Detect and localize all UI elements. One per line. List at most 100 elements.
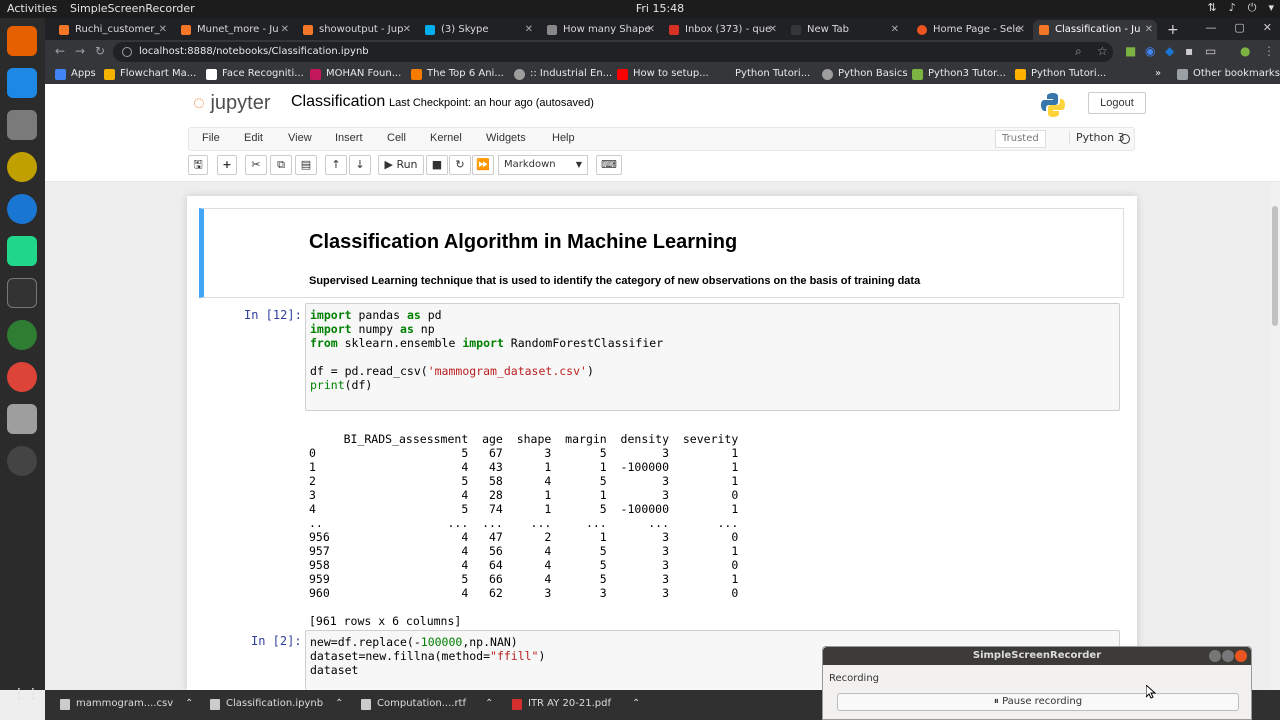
minimize-icon[interactable]: —: [1205, 21, 1216, 34]
terminal-icon[interactable]: [7, 278, 37, 308]
extension-icon[interactable]: ▪: [1185, 44, 1193, 58]
save-icon[interactable]: 🖫: [188, 155, 208, 175]
bookmark-star-icon[interactable]: ☆: [1097, 44, 1108, 58]
code-cell-input[interactable]: import pandas as pd import numpy as np f…: [305, 303, 1120, 411]
menu-help[interactable]: Help: [552, 132, 575, 144]
paste-icon[interactable]: ▤: [295, 155, 317, 175]
clock[interactable]: Fri 15:48: [620, 2, 700, 15]
menu-view[interactable]: View: [288, 132, 312, 144]
new-tab-button[interactable]: +: [1161, 20, 1185, 40]
pause-recording-button[interactable]: ⏸ Pause recording: [837, 693, 1239, 711]
maximize-icon[interactable]: ▢: [1234, 21, 1244, 34]
close-icon[interactable]: [1235, 650, 1247, 662]
bookmark-item[interactable]: Python Basics: [822, 68, 908, 80]
jupyter-logo[interactable]: ◌ jupyter: [193, 92, 270, 115]
other-bookmarks[interactable]: Other bookmarks: [1177, 68, 1280, 80]
close-icon[interactable]: ✕: [1263, 21, 1272, 34]
close-icon[interactable]: ✕: [281, 20, 289, 40]
close-icon[interactable]: ✕: [769, 20, 777, 40]
task-item[interactable]: Classification.ipynb: [210, 698, 323, 710]
pycharm-icon[interactable]: [7, 236, 37, 266]
close-icon[interactable]: ✕: [159, 20, 167, 40]
menu-file[interactable]: File: [202, 132, 220, 144]
chevron-up-icon[interactable]: ⌃: [485, 698, 493, 709]
bookmarks-overflow-icon[interactable]: »: [1155, 68, 1161, 79]
address-bar[interactable]: localhost:8888/notebooks/Classification.…: [113, 42, 1113, 62]
logout-button[interactable]: Logout: [1088, 92, 1146, 114]
browser-tab[interactable]: Ruchi_customer_ ✕: [53, 20, 171, 40]
maximize-icon[interactable]: [1222, 650, 1234, 662]
restart-icon[interactable]: ↻: [449, 155, 471, 175]
bookmark-item[interactable]: Python3 Tutor...: [912, 68, 1006, 80]
menu-kernel[interactable]: Kernel: [430, 132, 462, 144]
back-icon[interactable]: ←: [55, 44, 65, 58]
cell-type-select[interactable]: Markdown ▼: [498, 155, 588, 175]
activities-button[interactable]: Activities: [7, 2, 57, 15]
browser-tab[interactable]: showoutput - Jup ✕: [297, 20, 415, 40]
browser-tab[interactable]: New Tab ✕: [785, 20, 903, 40]
recorder-title[interactable]: SimpleScreenRecorder: [823, 647, 1251, 665]
close-icon[interactable]: ✕: [891, 20, 899, 40]
site-info-icon[interactable]: [122, 47, 132, 57]
task-item[interactable]: mammogram....csv: [60, 698, 173, 710]
fast-forward-icon[interactable]: ⏩: [472, 155, 494, 175]
firefox-icon[interactable]: [7, 26, 37, 56]
extension-icon[interactable]: ◉: [1145, 44, 1155, 58]
bookmark-item[interactable]: Apps: [55, 68, 96, 80]
chevron-up-icon[interactable]: ⌃: [335, 698, 343, 709]
run-button[interactable]: ▶ Run: [378, 155, 424, 175]
extension-icon[interactable]: ▭: [1205, 44, 1216, 58]
close-icon[interactable]: ✕: [1145, 20, 1153, 40]
trusted-badge[interactable]: Trusted: [995, 130, 1046, 148]
reload-icon[interactable]: ↻: [95, 44, 105, 58]
browser-tab-active[interactable]: Classification - Ju ✕: [1033, 20, 1157, 40]
menu-cell[interactable]: Cell: [387, 132, 406, 144]
minimize-icon[interactable]: [1209, 650, 1221, 662]
system-tray[interactable]: ⇅ ♪ ⏻ ▾: [1208, 1, 1274, 15]
bookmark-item[interactable]: Python Tutori...: [1015, 68, 1106, 80]
menu-widgets[interactable]: Widgets: [486, 132, 526, 144]
help-icon[interactable]: [7, 194, 37, 224]
files-icon[interactable]: [7, 110, 37, 140]
bookmark-item[interactable]: Face Recogniti...: [206, 68, 304, 80]
scrollbar-thumb[interactable]: [1272, 206, 1278, 326]
cut-icon[interactable]: ✂: [245, 155, 267, 175]
profile-avatar[interactable]: ●: [1240, 44, 1250, 58]
menu-insert[interactable]: Insert: [335, 132, 363, 144]
copy-icon[interactable]: ⧉: [270, 155, 292, 175]
browser-tab[interactable]: Home Page - Sele ✕: [911, 20, 1029, 40]
software-updater-icon[interactable]: [7, 446, 37, 476]
task-item[interactable]: Computation....rtf: [361, 698, 466, 710]
bookmark-item[interactable]: How to setup...: [617, 68, 709, 80]
chrome-icon[interactable]: [7, 362, 37, 392]
bookmark-item[interactable]: MOHAN Foun...: [310, 68, 401, 80]
bookmark-item[interactable]: Python Tutori...: [719, 68, 810, 80]
markdown-cell[interactable]: Classification Algorithm in Machine Lear…: [199, 208, 1124, 298]
bookmark-item[interactable]: The Top 6 Ani...: [411, 68, 504, 80]
page-scrollbar[interactable]: [1270, 182, 1280, 690]
bookmark-item[interactable]: :: Industrial En...: [514, 68, 612, 80]
active-app-name[interactable]: SimpleScreenRecorder: [70, 2, 195, 15]
chevron-up-icon[interactable]: ⌃: [632, 698, 640, 709]
menu-edit[interactable]: Edit: [244, 132, 263, 144]
close-icon[interactable]: ✕: [1017, 20, 1025, 40]
close-icon[interactable]: ✕: [525, 20, 533, 40]
move-up-icon[interactable]: ↑: [325, 155, 347, 175]
keyboard-icon[interactable]: ⌨: [596, 155, 622, 175]
printer-icon[interactable]: [7, 404, 37, 434]
chevron-up-icon[interactable]: ⌃: [185, 698, 193, 709]
browser-icon[interactable]: [7, 320, 37, 350]
browser-tab[interactable]: (3) Skype ✕: [419, 20, 537, 40]
browser-tab[interactable]: Inbox (373) - que ✕: [663, 20, 781, 40]
close-icon[interactable]: ✕: [647, 20, 655, 40]
search-icon[interactable]: ⌕: [1075, 44, 1082, 59]
forward-icon[interactable]: →: [75, 44, 85, 58]
extension-icon[interactable]: ■: [1125, 44, 1136, 58]
thunderbird-icon[interactable]: [7, 68, 37, 98]
rhythmbox-icon[interactable]: [7, 152, 37, 182]
close-icon[interactable]: ✕: [403, 20, 411, 40]
bookmark-item[interactable]: Flowchart Ma...: [104, 68, 196, 80]
browser-tab[interactable]: How many Shape ✕: [541, 20, 659, 40]
add-cell-icon[interactable]: +: [217, 155, 237, 175]
extension-icon[interactable]: ◆: [1165, 44, 1174, 58]
